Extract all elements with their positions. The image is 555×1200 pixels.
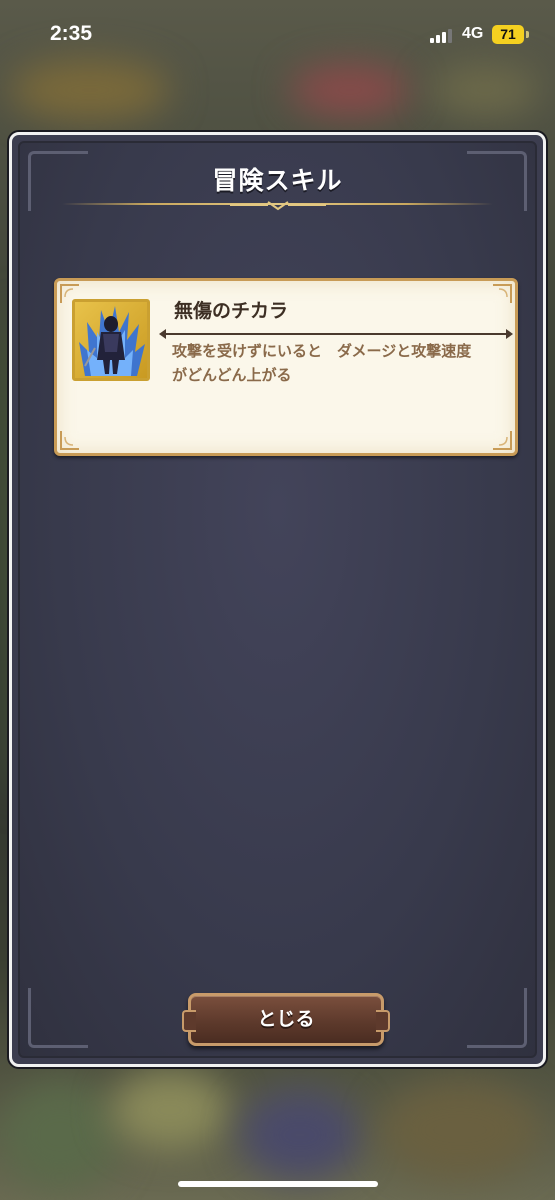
- adventure-skill-dialog: 冒険スキル 無傷のチカラ 攻撃を受けずにいると ダメージと攻撃速度 がどんどん上…: [9, 132, 546, 1067]
- home-indicator[interactable]: [178, 1181, 378, 1187]
- frame-corner-ornament: [28, 988, 88, 1048]
- title-ornament-icon: [229, 201, 326, 211]
- battery-tip: [526, 31, 529, 38]
- frame-corner-ornament: [467, 988, 527, 1048]
- status-bar: 2:35 4G 71: [0, 0, 555, 70]
- skill-card: 無傷のチカラ 攻撃を受けずにいると ダメージと攻撃速度 がどんどん上がる: [54, 278, 518, 456]
- cellular-signal-icon: [430, 27, 456, 43]
- network-type: 4G: [462, 25, 484, 42]
- close-button[interactable]: とじる: [182, 993, 390, 1046]
- dialog-panel: 冒険スキル 無傷のチカラ 攻撃を受けずにいると ダメージと攻撃速度 がどんどん上…: [18, 141, 537, 1058]
- skill-description: 攻撃を受けずにいると ダメージと攻撃速度 がどんどん上がる: [172, 342, 472, 384]
- skill-divider: [159, 329, 513, 339]
- card-corner-ornament-icon: [493, 431, 512, 450]
- skill-name: 無傷のチカラ: [174, 300, 289, 322]
- card-corner-ornament-icon: [60, 431, 79, 450]
- battery-icon: 71: [492, 25, 524, 44]
- character-portrait-icon: [72, 299, 150, 381]
- card-corner-ornament-icon: [493, 284, 512, 303]
- status-time: 2:35: [50, 22, 93, 45]
- dialog-title: 冒険スキル: [212, 166, 343, 195]
